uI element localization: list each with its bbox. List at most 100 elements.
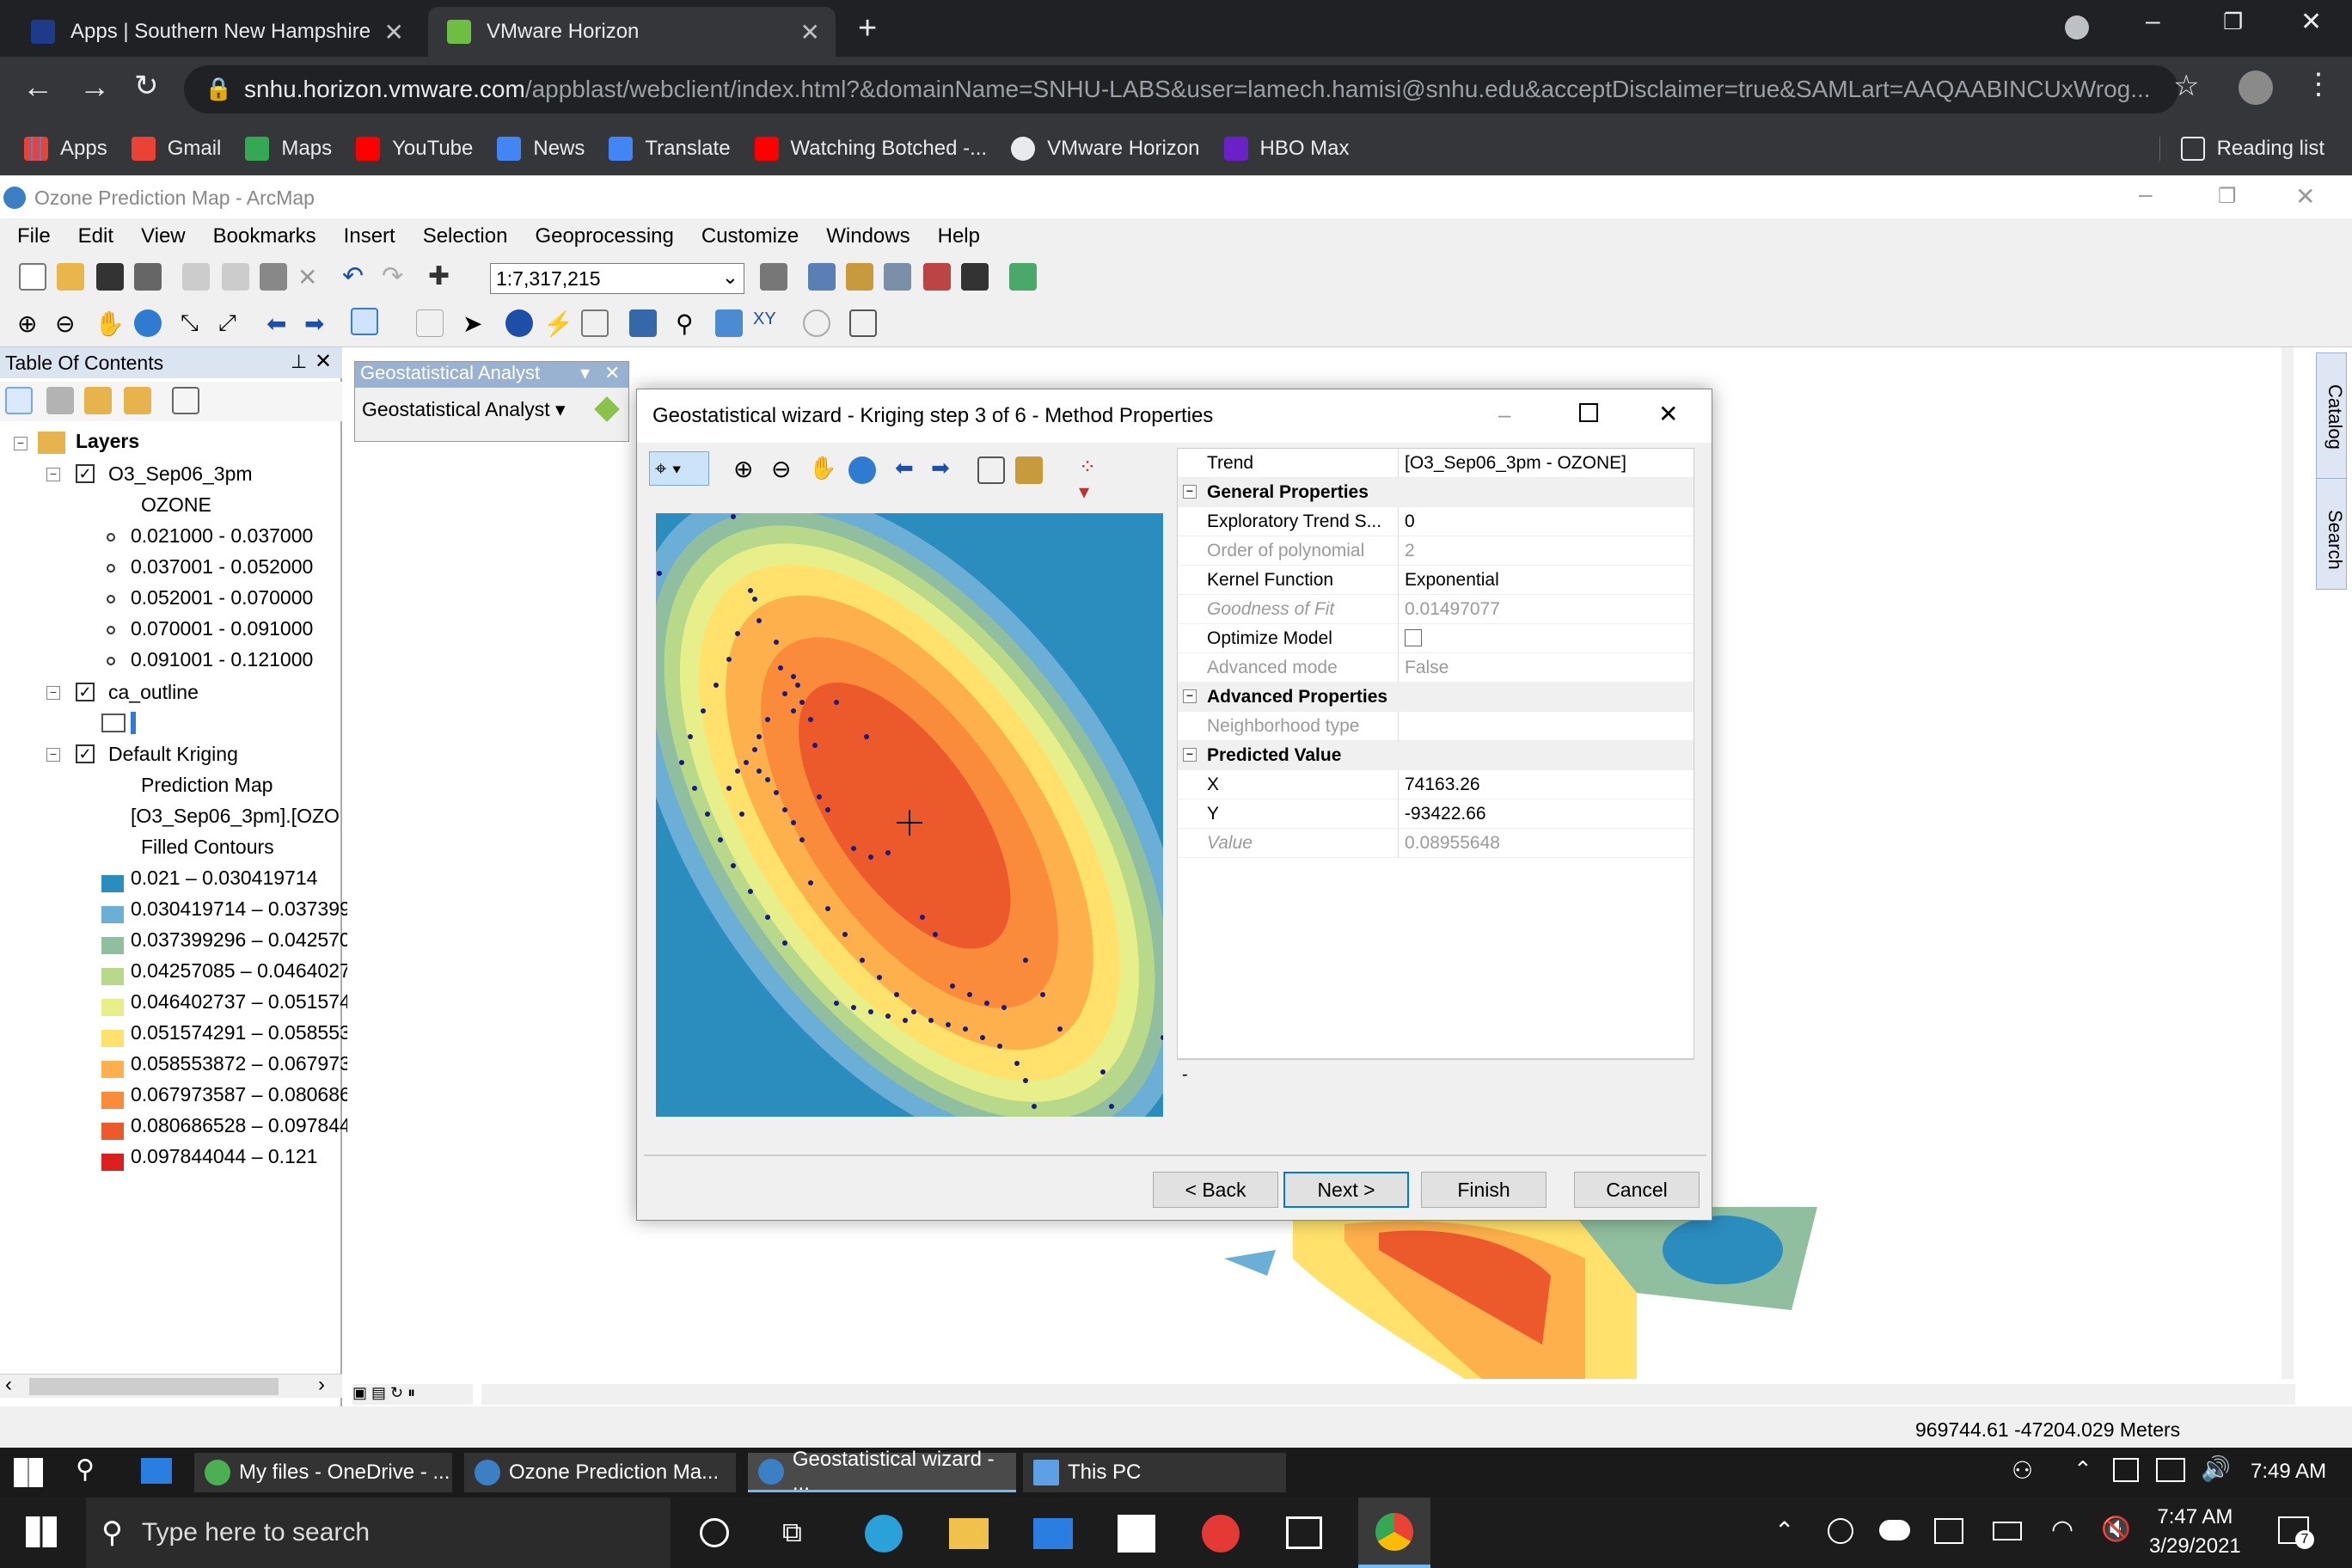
delete-icon[interactable]: ✕ — [297, 263, 325, 291]
layer-name-o3[interactable]: O3_Sep06_3pm — [108, 462, 253, 486]
menu-geoprocessing[interactable]: Geoprocessing — [535, 224, 673, 248]
collapse-icon[interactable]: − — [1183, 485, 1197, 499]
kebab-menu-icon[interactable]: ⋮ — [2304, 67, 2333, 101]
html-popup-icon[interactable] — [581, 309, 609, 337]
minimize-icon[interactable]: – — [2146, 7, 2160, 36]
next-extent-icon[interactable]: ➡ — [304, 309, 332, 337]
bookmark-hbo-max[interactable]: HBO Max — [1223, 137, 1350, 161]
restore-icon[interactable]: ❐ — [2223, 9, 2243, 35]
zoom-in-icon[interactable]: ⊕ — [17, 309, 45, 337]
tab-vmware-horizon[interactable]: VMware Horizon ✕ — [428, 7, 836, 57]
battery-icon[interactable] — [1993, 1522, 2022, 1540]
bookmark-apps[interactable]: Apps — [24, 137, 107, 161]
save-icon[interactable] — [96, 263, 124, 291]
people-icon[interactable]: ⚇ — [2012, 1456, 2033, 1485]
optimize-model-icon[interactable] — [1405, 629, 1422, 646]
close-icon[interactable]: ✕ — [1658, 400, 1678, 428]
maximize-icon[interactable] — [1579, 403, 1598, 422]
open-folder-icon[interactable] — [57, 263, 84, 291]
layer-name-ca-outline[interactable]: ca_outline — [108, 681, 199, 704]
new-tab-plus-icon[interactable]: + — [858, 10, 877, 47]
close-window-icon[interactable]: ✕ — [2300, 7, 2322, 37]
next-extent-icon[interactable]: ➡ — [931, 455, 959, 482]
property-row[interactable]: Exploratory Trend S... 0 — [1178, 507, 1694, 536]
menu-selection[interactable]: Selection — [423, 224, 508, 248]
mail-icon[interactable] — [141, 1458, 172, 1484]
map-scale-combobox[interactable]: 1:7,317,215 ⌄ — [490, 263, 744, 294]
volume-muted-icon[interactable]: 🔇 — [2101, 1515, 2131, 1543]
task-view-icon[interactable]: ⧉ — [782, 1516, 802, 1549]
next-button[interactable]: Next > — [1283, 1172, 1409, 1208]
forward-arrow-icon[interactable]: → — [79, 69, 110, 105]
menu-windows[interactable]: Windows — [826, 224, 910, 248]
collapse-icon[interactable]: − — [14, 437, 28, 450]
select-features-icon[interactable] — [351, 308, 378, 335]
layer-name-default-kriging[interactable]: Default Kriging — [108, 743, 238, 766]
chevron-up-icon[interactable]: ⌃ — [1774, 1516, 1794, 1545]
new-document-icon[interactable] — [19, 263, 46, 291]
minimize-icon[interactable]: – — [1498, 401, 1510, 428]
hyperlink-icon[interactable]: ⚡ — [543, 309, 573, 337]
measure-icon[interactable] — [629, 309, 657, 337]
store-icon[interactable] — [1118, 1515, 1155, 1553]
menu-insert[interactable]: Insert — [344, 224, 395, 248]
layer-display-icon[interactable] — [1015, 456, 1043, 484]
time-slider-icon[interactable] — [803, 309, 830, 337]
zoom-out-icon[interactable]: ⊖ — [771, 455, 799, 482]
address-bar[interactable]: 🔒 snhu.horizon.vmware.com/appblast/webcl… — [184, 65, 2178, 113]
layer-visibility-checkbox[interactable]: ✓ — [76, 744, 95, 763]
property-category[interactable]: − Advanced Properties — [1178, 683, 1694, 712]
property-row[interactable]: Neighborhood type — [1178, 712, 1694, 741]
property-row[interactable]: Trend [O3_Sep06_3pm - OZONE] — [1178, 449, 1694, 478]
paste-icon[interactable] — [260, 263, 287, 291]
find-binoculars-icon[interactable]: ⚲ — [676, 309, 703, 337]
bookmark-translate[interactable]: Translate — [609, 137, 731, 161]
tab-search-icon[interactable] — [2065, 15, 2089, 40]
menu-bookmarks[interactable]: Bookmarks — [213, 224, 316, 248]
cancel-button[interactable]: Cancel — [1574, 1172, 1700, 1208]
close-icon[interactable]: ✕ — [604, 362, 620, 384]
collapse-icon[interactable]: − — [46, 748, 60, 762]
taskbar-app-geostatistical-wizard[interactable]: Geostatistical wizard - ... — [748, 1448, 1016, 1495]
editor-toolbar-icon[interactable] — [760, 263, 787, 291]
arctoolbox-icon[interactable] — [923, 263, 951, 291]
create-viewer-window-icon[interactable] — [849, 309, 877, 337]
bookmark-gmail[interactable]: Gmail — [131, 137, 221, 161]
close-panel-icon[interactable]: ✕ — [315, 349, 332, 374]
search-icon[interactable]: ⚲ — [76, 1455, 95, 1485]
layer-visibility-checkbox[interactable]: ✓ — [76, 683, 95, 701]
toc-horizontal-scrollbar[interactable]: ‹ › — [0, 1373, 342, 1398]
bookmark-vmware-horizon[interactable]: VMware Horizon — [1011, 137, 1200, 161]
full-extent-globe-icon[interactable] — [134, 309, 162, 337]
layers-group-label[interactable]: Layers — [76, 430, 139, 453]
property-row[interactable]: X 74163.26 — [1178, 770, 1694, 799]
windows-start-icon[interactable] — [26, 1516, 57, 1547]
catalog-icon[interactable] — [846, 263, 873, 291]
print-icon[interactable] — [134, 263, 162, 291]
onedrive-icon[interactable] — [1879, 1520, 1910, 1540]
list-by-source-icon[interactable] — [46, 387, 74, 414]
property-category[interactable]: − Predicted Value — [1178, 741, 1694, 770]
taskbar-app-onedrive[interactable]: My files - OneDrive - ... — [194, 1453, 452, 1492]
toc-options-icon[interactable] — [172, 387, 199, 414]
previous-extent-icon[interactable]: ⬅ — [895, 455, 922, 482]
chevron-up-icon[interactable]: ⌃ — [2073, 1456, 2092, 1483]
property-category[interactable]: − General Properties — [1178, 478, 1694, 507]
collapse-icon[interactable]: − — [1183, 689, 1197, 703]
redo-icon[interactable]: ↷ — [382, 261, 409, 291]
menu-customize[interactable]: Customize — [701, 224, 799, 248]
network-icon[interactable] — [2156, 1458, 2185, 1482]
table-of-contents-icon[interactable] — [808, 263, 836, 291]
property-row[interactable]: Advanced mode False — [1178, 653, 1694, 683]
tray-app-icon[interactable] — [1934, 1518, 1963, 1544]
minimize-icon[interactable]: – — [2139, 181, 2153, 208]
property-value[interactable]: [O3_Sep06_3pm - OZONE] — [1405, 453, 1626, 474]
layout-view-buttons[interactable]: ▣ ▤ ↻ ⏸ — [352, 1384, 473, 1405]
tab-close-icon[interactable]: ✕ — [384, 18, 404, 46]
select-elements-icon[interactable]: ➤ — [462, 309, 490, 337]
symbology-points-icon[interactable]: ⁘ ▾ — [1079, 455, 1106, 504]
connect-icon[interactable] — [1286, 1516, 1322, 1549]
show-legend-icon[interactable] — [977, 456, 1005, 484]
property-value[interactable]: 0 — [1405, 511, 1415, 532]
bookmark-news[interactable]: News — [497, 137, 585, 161]
